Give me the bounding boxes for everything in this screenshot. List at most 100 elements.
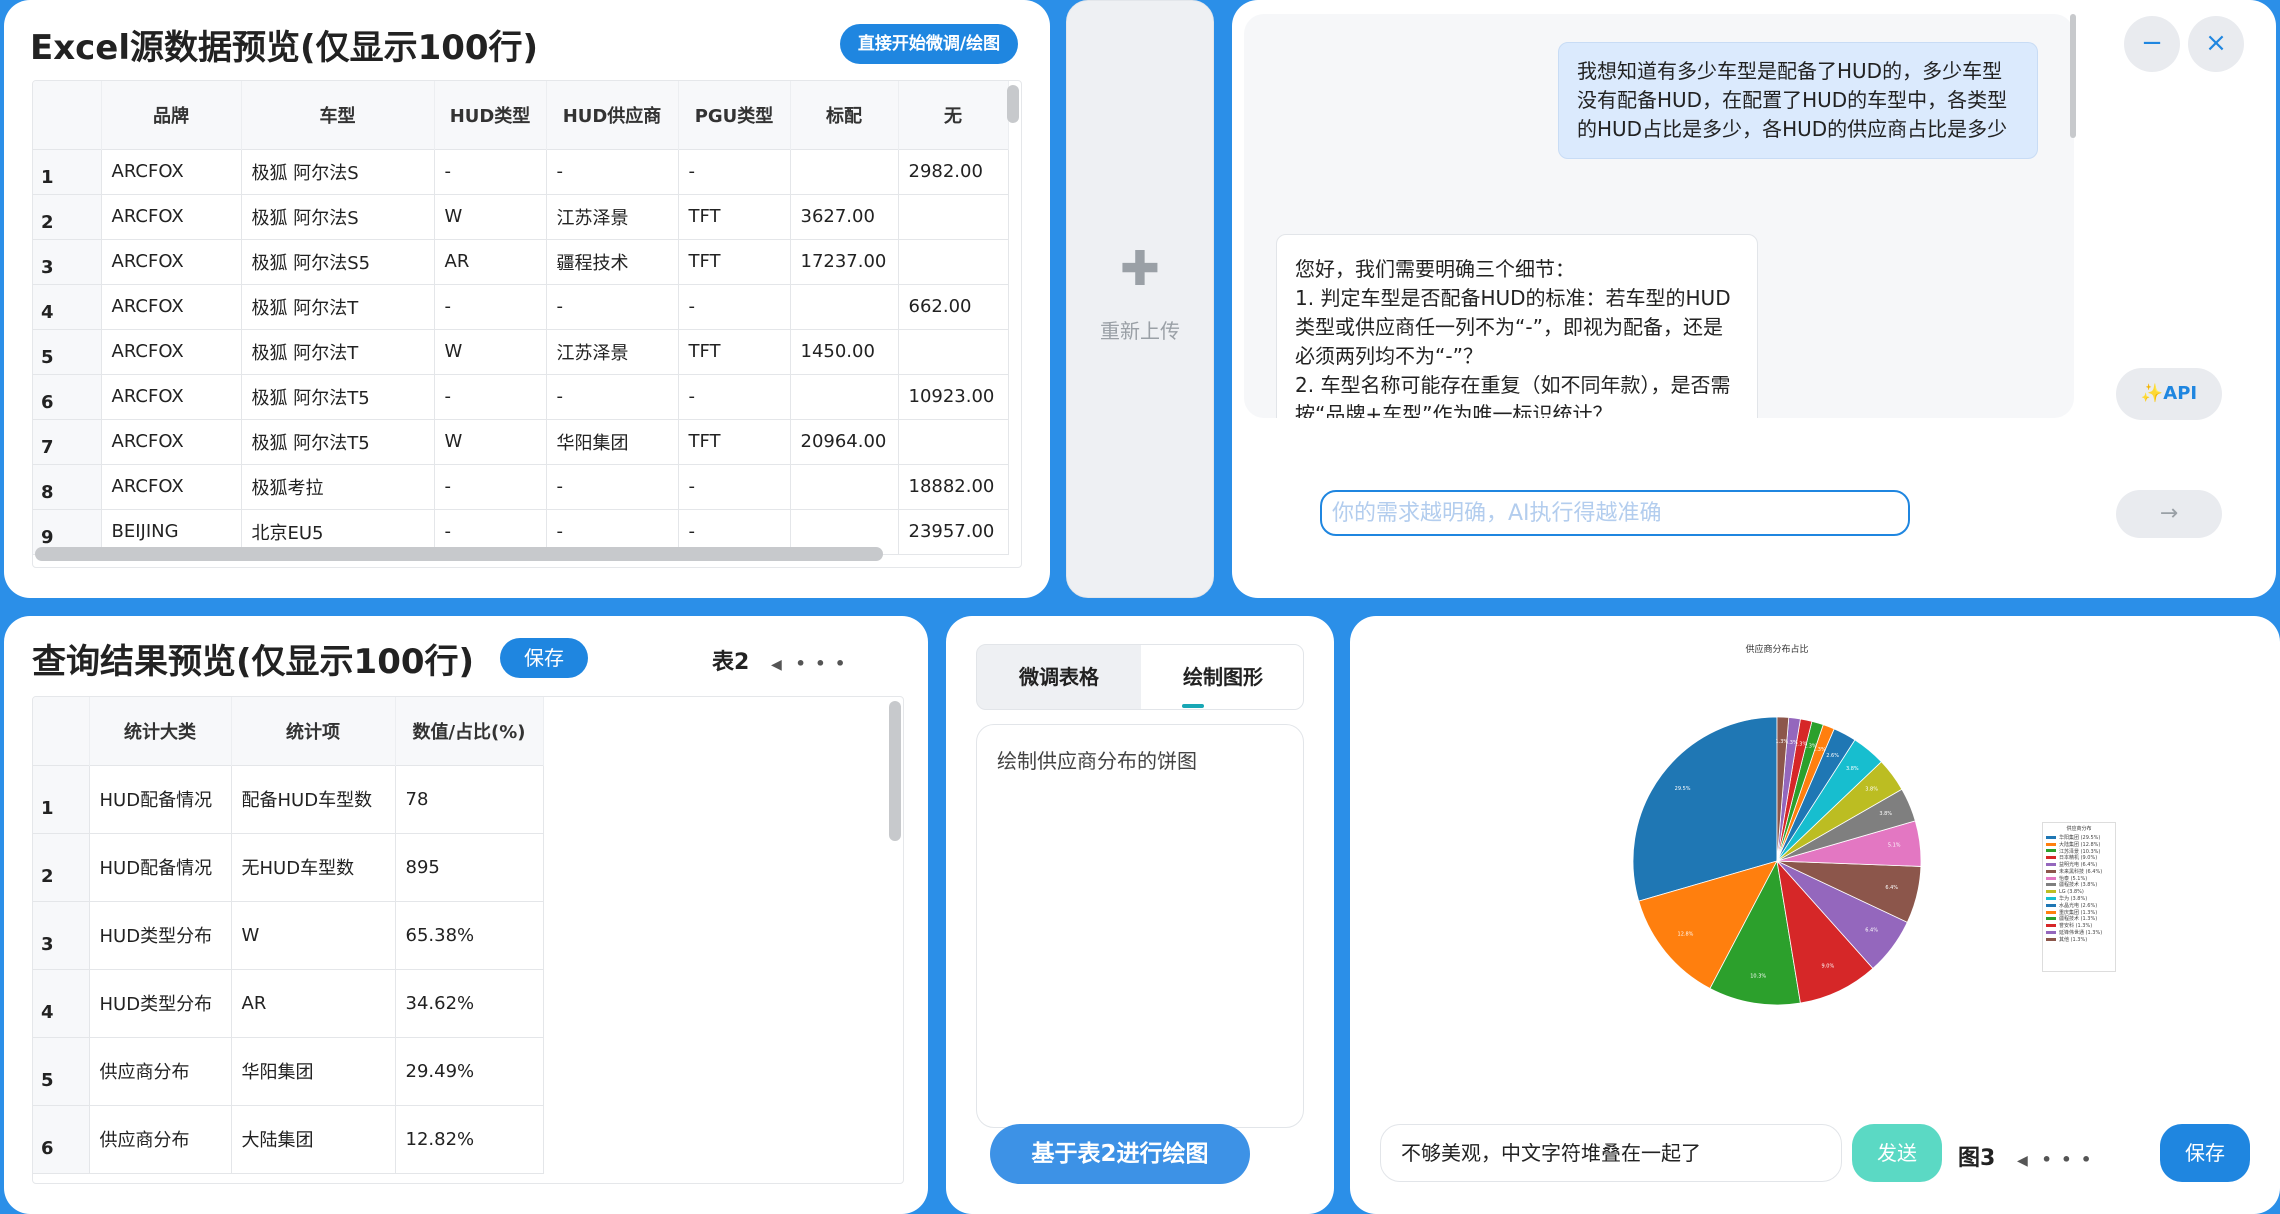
table-cell: 供应商分布 — [88, 1036, 232, 1106]
legend-swatch — [2046, 937, 2056, 941]
pie-slice-label: 3.8% — [1846, 766, 1859, 772]
pie-slice-label: 29.5% — [1675, 786, 1691, 792]
table-cell: W — [433, 193, 547, 240]
chart-prompt-textarea[interactable]: 绘制供应商分布的饼图 — [976, 724, 1304, 1128]
user-message: 我想知道有多少车型是配备了HUD的，多少车型没有配备HUD，在配置了HUD的车型… — [1558, 42, 2038, 159]
table-row[interactable]: 3 HUD类型分布 W 65.38% — [33, 900, 544, 970]
chart-send-button[interactable]: 发送 — [1852, 1124, 1942, 1182]
close-button[interactable]: × — [2188, 16, 2244, 72]
table-cell: 极狐 阿尔法T5 — [240, 373, 435, 420]
legend-entry: 疆程技术 (3.8%) — [2046, 882, 2112, 888]
result-vertical-scrollbar[interactable] — [889, 701, 901, 841]
tune-panel: 微调表格 绘制图形 绘制供应商分布的饼图 基于表2进行绘图 — [946, 616, 1334, 1214]
tab-tune-table[interactable]: 微调表格 — [977, 645, 1141, 709]
row-index: 6 — [33, 373, 102, 420]
legend-swatch — [2046, 903, 2056, 907]
table-cell: ARCFOX — [100, 373, 242, 420]
draw-from-table-button[interactable]: 基于表2进行绘图 — [990, 1124, 1250, 1184]
chat-panel: 我想知道有多少车型是配备了HUD的，多少车型没有配备HUD，在配置了HUD的车型… — [1232, 0, 2276, 598]
prev-arrow-icon[interactable]: ◀ — [771, 657, 782, 673]
legend-swatch — [2046, 931, 2056, 935]
table-cell: - — [433, 373, 547, 420]
tab-draw-chart[interactable]: 绘制图形 — [1141, 645, 1303, 709]
table-row[interactable]: 4 ARCFOX 极狐 阿尔法T - - -662.00 — [33, 283, 1009, 330]
table-row[interactable]: 5 ARCFOX 极狐 阿尔法T W 江苏泽景 TFT 1450.00 — [33, 328, 1009, 375]
table-cell: 江苏泽景 — [545, 328, 679, 375]
figure-prev-arrow-icon[interactable]: ◀ — [2017, 1153, 2028, 1169]
pie-slice-label: 3.8% — [1879, 811, 1892, 817]
row-index: 6 — [33, 1104, 90, 1174]
table-cell: ARCFOX — [100, 283, 242, 330]
table-cell: 65.38% — [394, 900, 544, 970]
row-index: 2 — [33, 193, 102, 240]
table-cell — [789, 373, 899, 420]
table-cell: 供应商分布 — [88, 1104, 232, 1174]
horizontal-scrollbar[interactable] — [35, 547, 883, 561]
pie-slice-label: 6.4% — [1885, 885, 1898, 891]
table-cell: - — [677, 283, 791, 330]
table-row[interactable]: 7 ARCFOX 极狐 阿尔法T5 W 华阳集团 TFT 20964.00 — [33, 418, 1009, 465]
table-row[interactable]: 1 ARCFOX 极狐 阿尔法S - - -2982.00 — [33, 148, 1009, 195]
legend-title: 供应商分布 — [2066, 826, 2092, 832]
row-index: 8 — [33, 463, 102, 510]
row-index: 1 — [33, 764, 90, 834]
table-row[interactable]: 3 ARCFOX 极狐 阿尔法S5 AR 疆程技术 TFT 17237.00 — [33, 238, 1009, 285]
table-row[interactable]: 6 ARCFOX 极狐 阿尔法T5- - -10923.00 — [33, 373, 1009, 420]
figure-pager-dots-icon[interactable]: • • • — [2041, 1150, 2093, 1169]
vertical-scrollbar[interactable] — [1007, 85, 1019, 123]
table-cell — [789, 148, 899, 195]
reupload-button[interactable]: ✚ 重新上传 — [1066, 0, 1214, 598]
pie-slice-label: 10.3% — [1750, 974, 1766, 980]
send-arrow-button[interactable]: → — [2116, 490, 2222, 538]
pager-dots-icon[interactable]: • • • — [795, 654, 847, 673]
legend-swatch — [2046, 835, 2056, 839]
row-index: 5 — [33, 328, 102, 375]
api-button[interactable]: ✨API — [2116, 368, 2222, 420]
table-row[interactable]: 5 供应商分布 华阳集团 29.49% — [33, 1036, 544, 1106]
legend-swatch — [2046, 842, 2056, 846]
table-cell: 29.49% — [394, 1036, 544, 1106]
table-cell: - — [545, 283, 679, 330]
minimize-button[interactable]: − — [2124, 16, 2180, 72]
direct-start-button[interactable]: 直接开始微调/绘图 — [840, 24, 1018, 64]
table-cell: 662.00 — [897, 283, 1009, 330]
row-index: 5 — [33, 1036, 90, 1106]
source-table: 品牌 车型 HUD类型 HUD供应商 PGU类型 标配无 1 ARCFOX 极狐 阿尔法S - -… — [32, 80, 1022, 568]
table-pager: 表2 ◀ • • • — [712, 644, 847, 676]
result-save-button[interactable]: 保存 — [500, 638, 588, 678]
table-cell: 华阳集团 — [545, 418, 679, 465]
chart-feedback-input[interactable]: 不够美观，中文字符堆叠在一起了 — [1380, 1124, 1842, 1182]
table-cell: 23957.00 — [897, 508, 1009, 555]
chat-input[interactable] — [1320, 490, 1910, 536]
table-cell: 78 — [394, 764, 544, 834]
table-row[interactable]: 8 ARCFOX 极狐考拉 - - -18882.00 — [33, 463, 1009, 510]
table-cell: - — [545, 373, 679, 420]
table-row[interactable]: 2 HUD配备情况 无HUD车型数 895 — [33, 832, 544, 902]
chart-panel: 供应商分布占比 29.5% 12.8% 10.3% 9.0% 6.4% 6.4% 5.1% 3… — [1350, 616, 2280, 1214]
table-cell: 无HUD车型数 — [230, 832, 396, 902]
table-cell: W — [230, 900, 396, 970]
row-index: 1 — [33, 148, 102, 195]
table-cell: 17237.00 — [789, 238, 899, 285]
row-index: 7 — [33, 418, 102, 465]
table-row[interactable]: 1 HUD配备情况 配备HUD车型数 78 — [33, 764, 544, 834]
table-cell: HUD类型分布 — [88, 968, 232, 1038]
table-cell: 3627.00 — [789, 193, 899, 240]
table-cell: 江苏泽景 — [545, 193, 679, 240]
table-row[interactable]: 2 ARCFOX 极狐 阿尔法S W 江苏泽景 TFT 3627.00 — [33, 193, 1009, 240]
table-cell: 极狐 阿尔法S5 — [240, 238, 435, 285]
legend-swatch — [2046, 849, 2056, 853]
table-cell — [897, 238, 1009, 285]
pie-chart: 供应商分布占比 29.5% 12.8% 10.3% 9.0% 6.4% 6.4% 5.1% 3… — [1632, 643, 1922, 1006]
legend-swatch — [2046, 890, 2056, 894]
table-cell: 极狐 阿尔法S — [240, 193, 435, 240]
chat-scrollbar[interactable] — [2070, 14, 2076, 138]
chart-save-button[interactable]: 保存 — [2160, 1124, 2250, 1182]
result-table: 统计大类 统计项 数值/占比(%) 1 HUD配备情况 配备HUD车型数 78 2 HUD配备… — [32, 696, 904, 1184]
table-row[interactable]: 4 HUD类型分布 AR 34.62% — [33, 968, 544, 1038]
legend-swatch — [2046, 897, 2056, 901]
table-cell: - — [433, 283, 547, 330]
row-index: 3 — [33, 238, 102, 285]
chat-history[interactable]: 我想知道有多少车型是配备了HUD的，多少车型没有配备HUD，在配置了HUD的车型… — [1244, 14, 2074, 418]
table-row[interactable]: 6 供应商分布 大陆集团 12.82% — [33, 1104, 544, 1174]
